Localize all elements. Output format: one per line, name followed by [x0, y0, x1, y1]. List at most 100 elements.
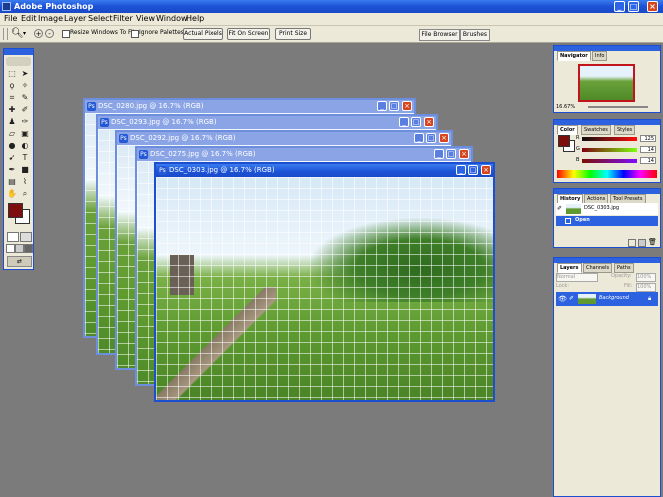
resize-windows-checkbox[interactable] [62, 30, 70, 38]
maximize-button[interactable]: □ [389, 101, 399, 111]
marquee-tool-icon[interactable]: ⬚ [7, 69, 17, 79]
shape-tool-icon[interactable]: ■ [20, 165, 30, 175]
minimize-button[interactable]: _ [434, 149, 444, 159]
tab-color[interactable]: Color [557, 125, 578, 135]
history-brush-tool-icon[interactable]: ✑ [20, 117, 30, 127]
tab-brushes[interactable]: Brushes [460, 29, 490, 41]
maximize-button[interactable]: □ [628, 1, 639, 12]
blur-tool-icon[interactable]: ● [7, 141, 17, 151]
trash-icon[interactable]: 🗑︎ [648, 238, 657, 246]
adobe-online-icon[interactable] [6, 57, 31, 66]
chevron-down-icon[interactable]: ▾ [23, 30, 26, 37]
document-canvas[interactable] [156, 177, 493, 400]
grip-handle[interactable] [3, 28, 8, 40]
document-title-bar[interactable]: Ps DSC_0293.jpg @ 16.7% (RGB) _ □ × [98, 116, 436, 129]
toolbox-header[interactable] [4, 49, 33, 55]
quick-mask-icon[interactable] [20, 232, 32, 242]
path-selection-tool-icon[interactable]: ➹ [7, 153, 17, 163]
navigator-thumbnail[interactable] [578, 64, 635, 102]
print-size-button[interactable]: Print Size [275, 28, 311, 40]
opacity-field[interactable]: 100% [636, 273, 656, 282]
navigator-zoom[interactable]: 16.67% [556, 104, 575, 111]
brush-tool-icon[interactable]: ✐ [20, 105, 30, 115]
close-button[interactable]: × [402, 101, 412, 111]
history-snapshot-row[interactable]: ✐ DSC_0303.jpg [556, 203, 658, 215]
tab-channels[interactable]: Channels [583, 263, 613, 273]
dodge-tool-icon[interactable]: ◐ [20, 141, 30, 151]
channel-g-slider[interactable] [582, 148, 637, 152]
tab-paths[interactable]: Paths [614, 263, 634, 273]
maximize-button[interactable]: □ [411, 117, 421, 127]
screen-mode-standard-icon[interactable] [6, 244, 15, 253]
close-button[interactable]: × [647, 1, 658, 12]
ignore-palettes-checkbox[interactable] [131, 30, 139, 38]
healing-brush-tool-icon[interactable]: ✚ [7, 105, 17, 115]
zoom-tool-icon[interactable]: 🔍︎ [11, 27, 24, 40]
maximize-button[interactable]: □ [446, 149, 456, 159]
menu-filter[interactable]: Filter [113, 13, 133, 25]
minimize-button[interactable]: _ [614, 1, 625, 12]
maximize-button[interactable]: □ [468, 165, 478, 175]
slice-tool-icon[interactable]: ✎ [20, 93, 30, 103]
gradient-tool-icon[interactable]: ▣ [20, 129, 30, 139]
zoom-slider[interactable] [588, 106, 648, 108]
channel-g-value[interactable]: 14 [640, 146, 656, 153]
clone-stamp-tool-icon[interactable]: ♟ [7, 117, 17, 127]
type-tool-icon[interactable]: T [20, 153, 30, 163]
eraser-tool-icon[interactable]: ▱ [7, 129, 17, 139]
minimize-button[interactable]: _ [414, 133, 424, 143]
eye-icon[interactable]: 👁︎ [558, 295, 567, 303]
tab-file-browser[interactable]: File Browser [419, 29, 460, 41]
menu-file[interactable]: File [4, 13, 17, 25]
layer-row-background[interactable]: 👁︎ ✐ Background 🔒︎ [556, 292, 658, 306]
jump-to-imageready-icon[interactable]: ⇄ [7, 256, 32, 267]
new-snapshot-icon[interactable] [638, 239, 646, 247]
minimize-button[interactable]: _ [399, 117, 409, 127]
menu-select[interactable]: Select [88, 13, 113, 25]
standard-mode-icon[interactable] [7, 232, 19, 242]
actual-pixels-button[interactable]: Actual Pixels [183, 28, 223, 40]
minimize-button[interactable]: _ [377, 101, 387, 111]
document-title-bar[interactable]: Ps DSC_0292.jpg @ 16.7% (RGB) _ □ × [117, 132, 451, 145]
pen-tool-icon[interactable]: ✒ [7, 165, 17, 175]
tab-swatches[interactable]: Swatches [581, 125, 611, 135]
close-button[interactable]: × [481, 165, 491, 175]
tab-styles[interactable]: Styles [614, 125, 636, 135]
foreground-color-swatch[interactable] [8, 203, 23, 218]
close-button[interactable]: × [439, 133, 449, 143]
menu-help[interactable]: Help [186, 13, 204, 25]
lasso-tool-icon[interactable]: ϙ [7, 81, 17, 91]
document-title-bar[interactable]: Ps DSC_0275.jpg @ 16.7% (RGB) _ □ × [137, 148, 471, 161]
screen-mode-full-menu-icon[interactable] [15, 244, 24, 253]
menu-edit[interactable]: Edit [21, 13, 37, 25]
minimize-button[interactable]: _ [456, 165, 466, 175]
fit-on-screen-button[interactable]: Fit On Screen [227, 28, 270, 40]
menu-window[interactable]: Window [156, 13, 188, 25]
channel-b-value[interactable]: 14 [640, 157, 656, 164]
blend-mode-select[interactable]: Normal [556, 273, 598, 282]
new-document-icon[interactable] [628, 239, 636, 247]
zoom-in-icon[interactable]: + [34, 29, 43, 38]
hand-tool-icon[interactable]: ✋ [7, 189, 17, 199]
history-step-row[interactable]: Open [556, 216, 658, 226]
menu-image[interactable]: Image [38, 13, 63, 25]
tab-layers[interactable]: Layers [557, 263, 582, 273]
fill-field[interactable]: 100% [636, 283, 656, 292]
document-title-bar[interactable]: Ps DSC_0303.jpg @ 16.7% (RGB) _ □ × [156, 164, 493, 177]
zoom-out-icon[interactable]: - [45, 29, 54, 38]
maximize-button[interactable]: □ [426, 133, 436, 143]
crop-tool-icon[interactable]: ⌗ [7, 93, 17, 103]
channel-r-slider[interactable] [582, 137, 637, 141]
eyedropper-tool-icon[interactable]: ⌇ [20, 177, 30, 187]
zoom-tool-small-icon[interactable]: ⌕ [20, 189, 30, 199]
channel-r-value[interactable]: 125 [640, 135, 656, 142]
channel-b-slider[interactable] [582, 159, 637, 163]
magic-wand-tool-icon[interactable]: ✧ [20, 81, 30, 91]
close-button[interactable]: × [424, 117, 434, 127]
color-ramp[interactable] [557, 170, 657, 178]
tab-navigator[interactable]: Navigator [557, 51, 591, 61]
menu-layer[interactable]: Layer [64, 13, 86, 25]
menu-view[interactable]: View [136, 13, 155, 25]
screen-mode-full-icon[interactable] [24, 244, 33, 253]
notes-tool-icon[interactable]: ▤ [7, 177, 17, 187]
